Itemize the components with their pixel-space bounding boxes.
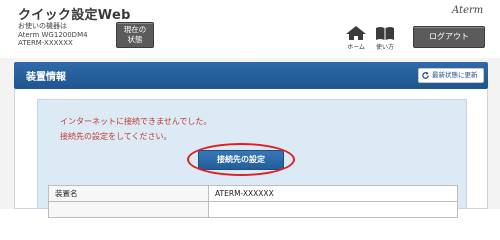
brand-logo: Aterm (452, 5, 484, 16)
home-label: ホーム (347, 44, 365, 51)
app-title: クイック設定Web (18, 8, 131, 23)
alert-message-line2: 接続先の設定をしてください。 (60, 132, 172, 141)
help-button[interactable]: 使い方 (372, 25, 398, 51)
logout-button[interactable]: ログアウト (413, 26, 485, 48)
header: クイック設定Web お使いの機器は Aterm WG1200DM4 ATERM-… (0, 0, 500, 58)
status-button-line1: 現在の (123, 25, 147, 34)
alert-box: インターネットに接続できませんでした。 接続先の設定をしてください。 接続先の設… (37, 99, 467, 218)
table-row (48, 201, 458, 218)
section-title: 装置情報 (26, 72, 66, 83)
status-button-line2: 状態 (127, 35, 143, 44)
section-header: 装置情報 最新状態に更新 (14, 62, 488, 89)
table-cell-key (48, 201, 209, 218)
table-cell-value (208, 201, 458, 218)
home-button[interactable]: ホーム (343, 25, 369, 51)
main-area: 装置情報 最新状態に更新 インターネットに接続できませんでした。 接続先の設定を… (0, 58, 500, 218)
table-cell-key: 装置名 (48, 185, 209, 202)
device-label: お使いの機器は (18, 22, 67, 30)
book-icon (376, 27, 394, 40)
device-info: お使いの機器は Aterm WG1200DM4 ATERM-XXXXXX (18, 22, 88, 48)
current-status-button[interactable]: 現在の 状態 (116, 22, 154, 48)
refresh-button[interactable]: 最新状態に更新 (418, 68, 484, 83)
device-name: ATERM-XXXXXX (18, 39, 73, 48)
content-panel: インターネットに接続できませんでした。 接続先の設定をしてください。 接続先の設… (14, 89, 488, 218)
refresh-label: 最新状態に更新 (432, 71, 478, 79)
alert-message-line1: インターネットに接続できませんでした。 (60, 117, 212, 126)
help-label: 使い方 (375, 44, 394, 51)
home-icon (346, 26, 366, 40)
refresh-icon (422, 71, 429, 79)
device-model: Aterm WG1200DM4 (18, 30, 88, 39)
highlight-ellipse (187, 143, 295, 176)
table-cell-value: ATERM-XXXXXX (208, 185, 458, 202)
device-info-table: 装置名 ATERM-XXXXXX (48, 185, 458, 218)
table-row: 装置名 ATERM-XXXXXX (48, 185, 458, 202)
